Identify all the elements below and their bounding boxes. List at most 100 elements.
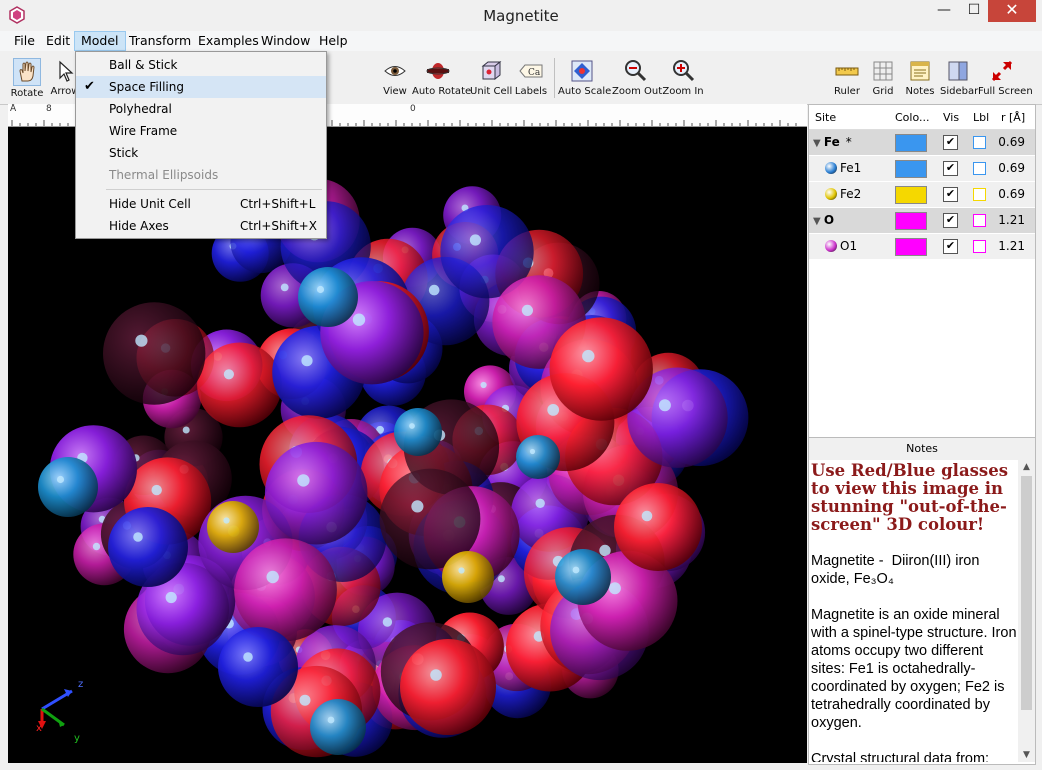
- menu-window[interactable]: Window: [255, 32, 316, 50]
- label-checkbox[interactable]: [973, 188, 986, 201]
- label-checkbox[interactable]: [973, 214, 986, 227]
- label-checkbox[interactable]: [973, 162, 986, 175]
- zoom-in-tool[interactable]: Zoom In: [662, 54, 704, 102]
- menu-examples[interactable]: Examples: [192, 32, 265, 50]
- menu-item: Thermal Ellipsoids: [76, 164, 326, 186]
- view-tool[interactable]: View: [378, 54, 412, 102]
- notes-scrollbar[interactable]: ▲ ▼: [1018, 460, 1035, 762]
- site-cell: Fe1: [825, 161, 861, 175]
- menu-file[interactable]: File: [8, 32, 41, 50]
- minimize-button[interactable]: —: [930, 0, 958, 22]
- atom-sphere: [218, 627, 298, 707]
- menu-item-label: Stick: [109, 146, 139, 160]
- scroll-up-icon[interactable]: ▲: [1018, 462, 1035, 472]
- menu-bar: File Edit Model Transform Examples Windo…: [0, 31, 1042, 51]
- atom-highlight: [223, 517, 230, 524]
- axes-indicator: z x y: [36, 679, 83, 744]
- menu-item[interactable]: Wire Frame: [76, 120, 326, 142]
- rotate-tool[interactable]: Rotate: [8, 54, 46, 102]
- atom-sphere: [38, 457, 98, 517]
- radius-value[interactable]: 0.69: [998, 187, 1025, 201]
- atom-highlight: [266, 570, 279, 584]
- model-menu-dropdown: Ball & Stick ✔ Space Filling Polyhedral Wire…: [75, 51, 327, 239]
- table-row[interactable]: ▼ O ✔ 1.21: [809, 208, 1035, 234]
- header-site[interactable]: Site: [815, 111, 836, 124]
- auto-rotate-tool[interactable]: Auto Rotate: [412, 54, 471, 102]
- colour-swatch[interactable]: [895, 212, 927, 230]
- visible-checkbox[interactable]: ✔: [943, 187, 958, 202]
- visible-checkbox[interactable]: ✔: [943, 213, 958, 228]
- menu-help[interactable]: Help: [313, 32, 354, 50]
- notes-tool[interactable]: Notes: [904, 54, 936, 102]
- menu-item[interactable]: Stick: [76, 142, 326, 164]
- labels-tool[interactable]: Ca Labels: [514, 54, 548, 102]
- menu-item[interactable]: Ball & Stick: [76, 54, 326, 76]
- sidebar-tool[interactable]: Sidebar: [940, 54, 978, 102]
- menu-item[interactable]: Polyhedral: [76, 98, 326, 120]
- menu-item-label: Hide Unit Cell: [109, 197, 191, 211]
- menu-item-label: Thermal Ellipsoids: [109, 168, 219, 182]
- menu-item[interactable]: Hide Axes Ctrl+Shift+X: [76, 215, 326, 237]
- full-screen-icon: [991, 60, 1013, 82]
- menu-item-label: Wire Frame: [109, 124, 178, 138]
- header-radius[interactable]: r [Å]: [1001, 111, 1025, 124]
- atom-highlight: [480, 381, 487, 389]
- label-checkbox[interactable]: [973, 240, 986, 253]
- atom-highlight: [458, 567, 465, 574]
- atom-highlight: [411, 500, 424, 513]
- zoom-out-tool[interactable]: Zoom Out: [612, 54, 662, 102]
- site-cell: ▼ Fe *: [813, 135, 852, 149]
- unit-cell-label: Unit Cell: [470, 86, 513, 97]
- radius-value[interactable]: 0.69: [998, 161, 1025, 175]
- radius-value[interactable]: 0.69: [998, 135, 1025, 149]
- scroll-down-icon[interactable]: ▼: [1018, 750, 1035, 760]
- scroll-thumb[interactable]: [1021, 476, 1032, 710]
- menu-item-label: Hide Axes: [109, 219, 169, 233]
- menu-separator: [106, 189, 322, 190]
- menu-model[interactable]: Model: [74, 31, 126, 51]
- header-colour[interactable]: Colo...: [895, 111, 930, 124]
- colour-swatch[interactable]: [895, 186, 927, 204]
- atom-highlight: [469, 234, 481, 246]
- notes-body: Use Red/Blue glasses to view this image …: [811, 462, 1017, 762]
- label-checkbox[interactable]: [973, 136, 986, 149]
- notes-paragraph: Crystal structural data from:: [811, 751, 990, 762]
- visible-checkbox[interactable]: ✔: [943, 239, 958, 254]
- close-button[interactable]: ✕: [988, 0, 1036, 22]
- visible-checkbox[interactable]: ✔: [943, 161, 958, 176]
- auto-scale-icon: [571, 60, 593, 82]
- notes-label: Notes: [905, 86, 935, 97]
- maximize-button[interactable]: ☐: [960, 0, 988, 22]
- expand-triangle-icon[interactable]: ▼: [813, 138, 824, 149]
- visible-checkbox[interactable]: ✔: [943, 135, 958, 150]
- notes-paragraph: Magnetite is an oxide mineral with a spi…: [811, 607, 1017, 731]
- radius-value[interactable]: 1.21: [998, 213, 1025, 227]
- menu-transform[interactable]: Transform: [123, 32, 197, 50]
- site-cell: ▼ O: [813, 213, 840, 227]
- radius-value[interactable]: 1.21: [998, 239, 1025, 253]
- eye-icon: [384, 66, 406, 76]
- table-row[interactable]: O1 ✔ 1.21: [809, 234, 1035, 260]
- site-name: Fe2: [840, 187, 862, 201]
- menu-item[interactable]: ✔ Space Filling: [76, 76, 326, 98]
- colour-swatch[interactable]: [895, 238, 927, 256]
- grid-tool[interactable]: Grid: [868, 54, 898, 102]
- colour-swatch[interactable]: [895, 134, 927, 152]
- grid-icon: [873, 61, 893, 81]
- menu-item[interactable]: Hide Unit Cell Ctrl+Shift+L: [76, 193, 326, 215]
- colour-swatch[interactable]: [895, 160, 927, 178]
- ruler-tool[interactable]: Ruler: [832, 54, 862, 102]
- header-lbl[interactable]: Lbl: [973, 111, 989, 124]
- unit-cell-tool[interactable]: Unit Cell: [470, 54, 512, 102]
- auto-scale-tool[interactable]: Auto Scale: [558, 54, 611, 102]
- expand-triangle-icon[interactable]: ▼: [813, 216, 824, 227]
- table-row[interactable]: Fe2 ✔ 0.69: [809, 182, 1035, 208]
- menu-edit[interactable]: Edit: [40, 32, 76, 50]
- header-vis[interactable]: Vis: [943, 111, 959, 124]
- menu-item-shortcut: Ctrl+Shift+X: [240, 219, 317, 233]
- atom-highlight: [301, 355, 313, 367]
- atom-sphere: [394, 408, 442, 456]
- table-row[interactable]: Fe1 ✔ 0.69: [809, 156, 1035, 182]
- full-screen-tool[interactable]: Full Screen: [978, 54, 1033, 102]
- table-row[interactable]: ▼ Fe * ✔ 0.69: [809, 130, 1035, 156]
